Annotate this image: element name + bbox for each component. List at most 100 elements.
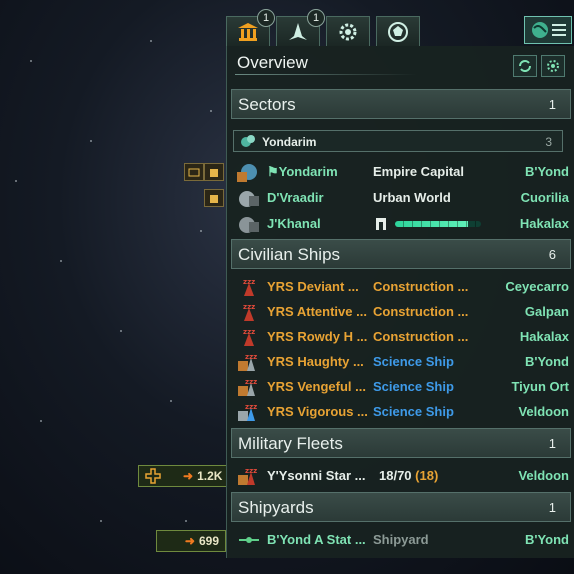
fleet-power-value: 699 <box>198 534 219 548</box>
ships-badge: 1 <box>307 9 325 27</box>
briefcase-icon <box>188 168 200 177</box>
ship-row[interactable]: zzz YRS Vengeful ... Science Ship Tiyun … <box>233 376 569 398</box>
fleet-location: Veldoon <box>518 468 569 483</box>
ship-icon <box>289 22 307 40</box>
ship-task: Science Ship <box>373 379 454 394</box>
ship-name: YRS Vigorous ... <box>267 404 368 419</box>
section-count: 1 <box>548 436 556 451</box>
refresh-button[interactable] <box>513 55 537 77</box>
gear-icon <box>547 60 559 72</box>
section-count: 6 <box>548 247 556 262</box>
section-label: Military Fleets <box>238 434 343 453</box>
gear-icon <box>339 23 357 40</box>
shipyard-type: Shipyard <box>373 532 429 547</box>
ship-name: YRS Attentive ... <box>267 304 367 319</box>
refresh-icon <box>519 60 531 72</box>
ship-task: Construction ... <box>373 279 469 294</box>
planet-name: ⚑Yondarim <box>267 164 338 179</box>
planet-icon <box>239 191 259 207</box>
section-label: Shipyards <box>238 498 314 517</box>
ship-location: Hakalax <box>519 329 569 344</box>
list-icon <box>552 24 566 36</box>
planet-row[interactable]: J'Khanal Hakalax <box>233 213 569 235</box>
section-label: Civilian Ships <box>238 245 341 264</box>
planet-marker-button[interactable] <box>184 163 204 181</box>
ship-location: Galpan <box>524 304 569 319</box>
panel-header: Overview <box>227 46 574 80</box>
contacts-icon <box>388 21 408 42</box>
sector-count: 3 <box>545 135 552 149</box>
panel-settings-button[interactable] <box>541 55 565 77</box>
contacts-tab[interactable] <box>376 16 420 46</box>
ship-row[interactable]: zzz YRS Attentive ... Construction ... G… <box>233 301 569 323</box>
science-ship-icon: zzz <box>238 403 257 421</box>
construction-ship-icon: zzz <box>243 303 255 321</box>
planet-type: Urban World <box>373 190 451 205</box>
science-ship-icon: zzz <box>238 353 257 371</box>
government-tab[interactable]: 1 <box>226 9 275 46</box>
settings-tab[interactable] <box>326 16 370 46</box>
section-count: 1 <box>548 97 556 112</box>
starbase-icon <box>239 537 259 543</box>
ship-location: Tiyun Ort <box>511 379 569 394</box>
section-sectors[interactable]: Sectors 1 <box>231 89 571 119</box>
section-shipyards[interactable]: Shipyards 1 <box>231 492 571 522</box>
plus-icon <box>145 468 161 484</box>
fleet-power-widget-2[interactable]: ➜ 699 <box>156 530 226 552</box>
capital-flag-icon: ⚑ <box>267 164 279 179</box>
title-divider <box>235 74 417 75</box>
building-icon <box>210 169 218 177</box>
ship-task: Science Ship <box>373 404 454 419</box>
ship-location: Ceyecarro <box>505 279 569 294</box>
planet-icon <box>239 217 259 233</box>
panel-title: Overview <box>237 53 308 72</box>
ship-name: YRS Deviant ... <box>267 279 359 294</box>
capital-planet-icon <box>237 164 257 182</box>
science-ship-icon: zzz <box>238 378 257 396</box>
section-label: Sectors <box>238 95 296 114</box>
planet-system: Hakalax <box>519 216 569 231</box>
section-civilian-ships[interactable]: Civilian Ships 6 <box>231 239 571 269</box>
planet-row[interactable]: ⚑Yondarim Empire Capital B'Yond <box>233 161 569 183</box>
shipyard-row[interactable]: B'Yond A Stat ... Shipyard B'Yond <box>233 529 569 551</box>
fleet-size: 18/70 (18) <box>379 468 439 483</box>
ship-row[interactable]: zzz YRS Haughty ... Science Ship B'Yond <box>233 351 569 373</box>
overview-panel: Overview Sectors 1 Yondarim 3 ⚑Yondarim … <box>226 46 574 558</box>
planet-type: Empire Capital <box>373 164 465 179</box>
government-icon <box>238 22 258 41</box>
construction-ship-icon: zzz <box>243 328 255 346</box>
ship-name: YRS Vengeful ... <box>267 379 366 394</box>
progress-ticks <box>395 221 481 227</box>
planet-marker-button-2[interactable] <box>204 163 224 181</box>
ship-name: YRS Haughty ... <box>267 354 364 369</box>
fleet-name: Y'Ysonni Star ... <box>267 468 366 483</box>
ship-row[interactable]: zzz YRS Rowdy H ... Construction ... Hak… <box>233 326 569 348</box>
ships-tab[interactable]: 1 <box>276 9 325 46</box>
ship-row[interactable]: zzz YRS Vigorous ... Science Ship Veldoo… <box>233 401 569 423</box>
fleet-arrow-icon: ➜ <box>184 534 195 548</box>
ship-name: YRS Rowdy H ... <box>267 329 368 344</box>
fleet-power-value: 1.2K <box>197 469 223 483</box>
section-count: 1 <box>548 500 556 515</box>
fleet-row[interactable]: zzz Y'Ysonni Star ... 18/70 (18) Veldoon <box>233 465 569 487</box>
construction-ship-icon: zzz <box>243 278 255 296</box>
colonist-icon <box>376 218 386 230</box>
planet-row[interactable]: D'Vraadir Urban World Cuorilia <box>233 187 569 209</box>
globe-icon <box>532 22 548 38</box>
fleet-arrow-icon: ➜ <box>183 469 194 483</box>
government-badge: 1 <box>257 9 275 27</box>
military-fleet-icon: zzz <box>238 467 257 485</box>
planet-name: D'Vraadir <box>267 190 324 205</box>
fleet-power-widget[interactable]: ➜ 1.2K <box>138 465 228 487</box>
section-military-fleets[interactable]: Military Fleets 1 <box>231 428 571 458</box>
sector-item-yondarim[interactable]: Yondarim 3 <box>233 130 563 152</box>
outliner-toggle-button[interactable] <box>524 16 572 44</box>
ship-row[interactable]: zzz YRS Deviant ... Construction ... Cey… <box>233 276 569 298</box>
planet-marker-button-3[interactable] <box>204 189 224 207</box>
sector-icon <box>241 135 255 147</box>
shipyard-location: B'Yond <box>524 532 569 547</box>
colonization-progress-bar <box>395 221 481 227</box>
sector-name: Yondarim <box>262 135 317 149</box>
ship-task: Construction ... <box>373 304 469 319</box>
planet-system: Cuorilia <box>520 190 569 205</box>
